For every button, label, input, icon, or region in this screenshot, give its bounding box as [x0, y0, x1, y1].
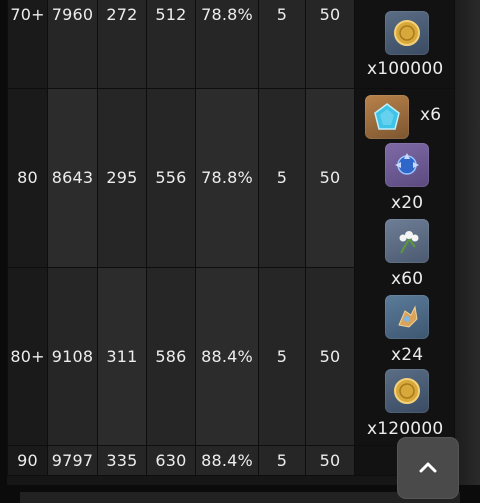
crit-dmg-cell: 50: [305, 0, 355, 89]
bonus-stat-cell: 78.8%: [195, 88, 259, 268]
materials-cell: x100000: [354, 0, 455, 89]
bonus-stat-cell: 88.4%: [195, 266, 259, 446]
material-quantity: x100000: [367, 59, 444, 79]
material-item: x24: [355, 295, 449, 371]
def-cell: 630: [146, 445, 196, 476]
hp-cell: 9797: [47, 445, 98, 476]
material-item: x60: [355, 219, 449, 295]
atk-cell: 295: [97, 88, 147, 268]
right-edge: [455, 0, 480, 503]
hp-cell: 7960: [47, 0, 98, 89]
crit-dmg-cell: 50: [305, 266, 355, 446]
local-specialty-flower-icon: [385, 219, 429, 263]
hp-cell: 8643: [47, 88, 98, 268]
def-cell: 512: [146, 0, 196, 89]
page: 70+ 7960 272 512 78.8% 5 50 x100000 80 8…: [0, 0, 480, 503]
crit-rate-cell: 5: [258, 0, 306, 89]
ascension-stats-table: 70+ 7960 272 512 78.8% 5 50 x100000 80 8…: [7, 0, 455, 476]
mora-coin-icon: [385, 11, 429, 55]
gemstone-chunk-icon: [365, 95, 409, 139]
mora-coin-icon: [385, 369, 429, 413]
boss-orb-icon: [385, 143, 429, 187]
scroll-to-top-button[interactable]: [398, 438, 458, 498]
crit-dmg-cell: 50: [305, 88, 355, 268]
crit-rate-cell: 5: [258, 445, 306, 476]
material-quantity: x60: [391, 269, 424, 289]
materials-cell: x6 x20 x60 x24 x120000: [354, 88, 455, 446]
crit-dmg-cell: 50: [305, 445, 355, 476]
table-row: 90 9797 335 630 88.4% 5 50: [7, 445, 455, 476]
crit-rate-cell: 5: [258, 88, 306, 268]
hp-cell: 9108: [47, 266, 98, 446]
chevron-up-icon: [419, 462, 437, 473]
crit-rate-cell: 5: [258, 266, 306, 446]
atk-cell: 272: [97, 0, 147, 89]
table-row: 80 8643 295 556 78.8% 5 50 x6 x20 x60 x2…: [7, 88, 455, 446]
material-item: x100000: [355, 0, 449, 89]
material-item: x20: [355, 143, 449, 219]
table-row: 70+ 7960 272 512 78.8% 5 50 x100000: [7, 0, 455, 89]
atk-cell: 311: [97, 266, 147, 446]
common-drop-icon: [385, 295, 429, 339]
material-quantity: x120000: [367, 419, 444, 439]
material-quantity: x6: [420, 105, 442, 125]
left-edge: [0, 0, 7, 503]
bottom-scroll-track: [20, 492, 460, 503]
bonus-stat-cell: 78.8%: [195, 0, 259, 89]
material-item: x6: [355, 89, 449, 149]
bonus-stat-cell: 88.4%: [195, 445, 259, 476]
material-quantity: x24: [391, 345, 424, 365]
atk-cell: 335: [97, 445, 147, 476]
level-cell: 80: [7, 88, 48, 268]
material-item: x120000: [355, 369, 449, 445]
def-cell: 556: [146, 88, 196, 268]
material-quantity: x20: [391, 193, 424, 213]
def-cell: 586: [146, 266, 196, 446]
level-cell: 80+: [7, 266, 48, 446]
level-cell: 70+: [7, 0, 48, 89]
level-cell: 90: [7, 445, 48, 476]
